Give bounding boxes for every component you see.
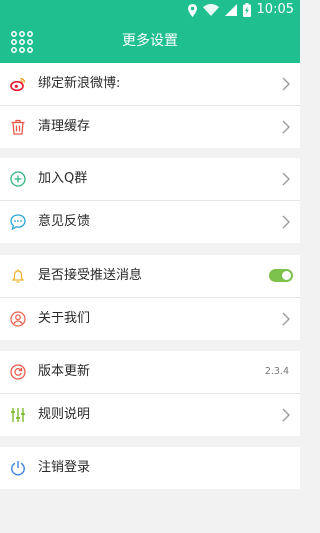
push-notification-toggle[interactable]: [269, 269, 293, 282]
logout-label: 注销登录: [38, 460, 91, 475]
page-title: 更多设置: [122, 33, 178, 49]
settings-group-notifications: 是否接受推送消息 关于我们: [0, 255, 300, 340]
location-icon: [187, 3, 197, 17]
logout-row[interactable]: 注销登录: [0, 447, 300, 489]
wifi-icon: [202, 4, 219, 16]
chevron-right-icon: [282, 172, 290, 186]
refresh-icon: [10, 364, 26, 380]
rules-row[interactable]: 规则说明: [0, 393, 300, 436]
weibo-bind-row[interactable]: 绑定新浪微博:: [0, 63, 300, 105]
chevron-right-icon: [282, 312, 290, 326]
clear-cache-row[interactable]: 清理缓存: [0, 105, 300, 148]
join-qq-label: 加入Q群: [38, 171, 88, 186]
app-bar: 更多设置: [0, 20, 300, 63]
status-icons: 10:05: [187, 0, 294, 20]
feedback-label: 意见反馈: [38, 214, 91, 229]
chevron-right-icon: [282, 120, 290, 134]
settings-group-account: 绑定新浪微博: 清理缓存: [0, 63, 300, 148]
toggle-knob: [282, 271, 291, 280]
join-qq-row[interactable]: 加入Q群: [0, 158, 300, 200]
bell-icon: [11, 269, 25, 283]
power-icon: [11, 461, 25, 476]
about-us-label: 关于我们: [38, 311, 91, 326]
status-time: 10:05: [256, 2, 294, 17]
push-notification-label: 是否接受推送消息: [38, 268, 143, 283]
clear-cache-label: 清理缓存: [38, 119, 91, 134]
plus-circle-icon: [10, 171, 26, 187]
about-us-row[interactable]: 关于我们: [0, 297, 300, 340]
user-icon: [10, 311, 26, 327]
settings-group-community: 加入Q群 意见反馈: [0, 158, 300, 243]
version-update-row[interactable]: 版本更新 2.3.4: [0, 351, 300, 393]
rules-label: 规则说明: [38, 407, 91, 422]
chevron-right-icon: [282, 77, 290, 91]
version-number: 2.3.4: [264, 366, 289, 377]
battery-icon: [242, 3, 251, 17]
weibo-bind-label: 绑定新浪微博:: [38, 76, 121, 91]
settings-group-logout: 注销登录: [0, 447, 300, 489]
status-bar: 10:05: [0, 0, 300, 20]
settings-group-app: 版本更新 2.3.4 规则说明: [0, 351, 300, 436]
feedback-row[interactable]: 意见反馈: [0, 200, 300, 243]
weibo-icon: [10, 77, 26, 92]
sliders-icon: [11, 408, 25, 422]
chevron-right-icon: [282, 408, 290, 422]
chevron-right-icon: [282, 215, 290, 229]
push-notification-row: 是否接受推送消息: [0, 255, 300, 297]
signal-icon: [224, 4, 237, 16]
trash-icon: [11, 119, 25, 135]
chat-bubble-icon: [10, 214, 26, 230]
version-update-label: 版本更新: [38, 364, 91, 379]
